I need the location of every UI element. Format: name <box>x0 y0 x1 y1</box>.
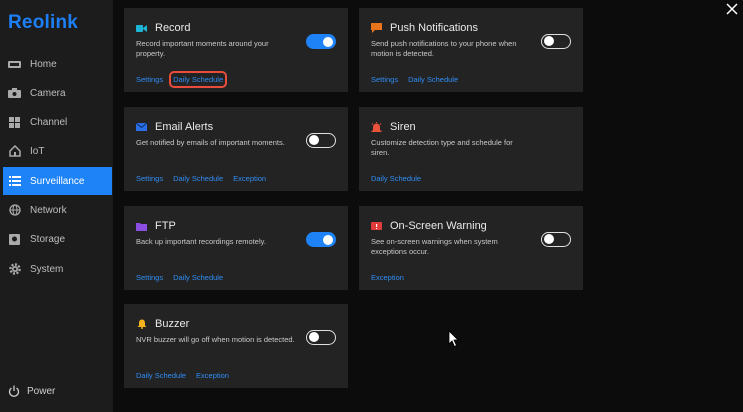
channel-grid-icon <box>8 116 21 128</box>
daily-schedule-link[interactable]: Daily Schedule <box>169 71 228 88</box>
envelope-icon <box>136 122 147 132</box>
power-icon <box>8 385 20 397</box>
email-alerts-toggle[interactable] <box>306 133 336 148</box>
ftp-toggle[interactable] <box>306 232 336 247</box>
exception-link[interactable]: Exception <box>371 273 404 282</box>
gear-icon <box>8 263 21 275</box>
card-title: Siren <box>390 121 416 133</box>
card-title: Record <box>155 22 191 34</box>
record-card: Record Record important moments around y… <box>124 8 348 92</box>
record-toggle[interactable] <box>306 34 336 49</box>
sidebar-item-channel[interactable]: Channel <box>3 108 112 136</box>
daily-schedule-link[interactable]: Daily Schedule <box>408 75 458 84</box>
sidebar-item-camera[interactable]: Camera <box>3 79 112 107</box>
daily-schedule-link[interactable]: Daily Schedule <box>173 273 223 282</box>
card-title: FTP <box>155 220 176 232</box>
camera-icon <box>8 88 21 99</box>
mouse-cursor-icon <box>448 330 460 353</box>
card-description: Back up important recordings remotely. <box>136 237 266 246</box>
sidebar-item-label: System <box>30 263 64 275</box>
sidebar-item-network[interactable]: Network <box>3 196 112 224</box>
close-button[interactable] <box>725 2 739 16</box>
settings-link[interactable]: Settings <box>371 75 398 84</box>
exception-link[interactable]: Exception <box>196 371 229 380</box>
card-description: NVR buzzer will go off when motion is de… <box>136 335 295 344</box>
exception-link[interactable]: Exception <box>233 174 266 183</box>
daily-schedule-link[interactable]: Daily Schedule <box>136 371 186 380</box>
settings-link[interactable]: Settings <box>136 174 163 183</box>
sidebar-item-storage[interactable]: Storage <box>3 225 112 253</box>
surveillance-panel: Record Record important moments around y… <box>113 0 743 412</box>
sidebar-item-label: Channel <box>30 116 68 128</box>
chat-bubble-icon <box>371 23 382 33</box>
reolink-logo: Reolink <box>8 12 79 33</box>
buzzer-toggle[interactable] <box>306 330 336 345</box>
sidebar-item-label: Network <box>30 204 67 216</box>
on-screen-warning-toggle[interactable] <box>541 232 571 247</box>
sidebar-item-label: Home <box>30 58 57 70</box>
sidebar-item-home[interactable]: Home <box>3 50 112 78</box>
warning-screen-icon <box>371 221 382 231</box>
buzzer-card: Buzzer NVR buzzer will go off when motio… <box>124 304 348 388</box>
sidebar-item-label: IoT <box>30 145 45 157</box>
card-description: Send push notifications to your phone wh… <box>371 39 517 58</box>
card-title: Push Notifications <box>390 22 479 34</box>
home-icon <box>8 59 21 70</box>
sidebar-item-label: Storage <box>30 233 66 245</box>
card-title: Buzzer <box>155 318 190 330</box>
on-screen-warning-card: On-Screen Warning See on-screen warnings… <box>359 206 583 290</box>
sidebar: Reolink Home Camera Channel IoT Surveill… <box>0 0 113 412</box>
card-title: On-Screen Warning <box>390 220 487 232</box>
daily-schedule-link[interactable]: Daily Schedule <box>173 174 223 183</box>
sidebar-item-label: Camera <box>30 87 66 99</box>
iot-home-icon <box>8 145 21 157</box>
card-description: See on-screen warnings when system excep… <box>371 237 498 256</box>
video-camera-icon <box>136 23 147 33</box>
close-icon <box>726 3 738 15</box>
push-notifications-toggle[interactable] <box>541 34 571 49</box>
sidebar-item-iot[interactable]: IoT <box>3 137 112 165</box>
settings-link[interactable]: Settings <box>136 273 163 282</box>
email-alerts-card: Email Alerts Get notified by emails of i… <box>124 107 348 191</box>
card-description: Record important moments around your pro… <box>136 39 269 58</box>
siren-icon <box>371 122 382 132</box>
sidebar-item-system[interactable]: System <box>3 255 112 283</box>
bell-icon <box>136 319 147 329</box>
card-description: Get notified by emails of important mome… <box>136 138 285 147</box>
sidebar-item-label: Surveillance <box>30 175 85 187</box>
globe-icon <box>8 204 21 216</box>
list-icon <box>8 176 21 187</box>
folder-icon <box>136 221 147 231</box>
daily-schedule-link[interactable]: Daily Schedule <box>371 174 421 183</box>
sidebar-item-surveillance[interactable]: Surveillance <box>3 167 112 195</box>
settings-link[interactable]: Settings <box>136 75 163 84</box>
card-description: Customize detection type and schedule fo… <box>371 138 513 157</box>
power-button[interactable]: Power <box>8 385 55 397</box>
push-notifications-card: Push Notifications Send push notificatio… <box>359 8 583 92</box>
siren-card: Siren Customize detection type and sched… <box>359 107 583 191</box>
power-label: Power <box>27 385 56 397</box>
ftp-card: FTP Back up important recordings remotel… <box>124 206 348 290</box>
storage-icon <box>8 233 21 245</box>
card-title: Email Alerts <box>155 121 214 133</box>
